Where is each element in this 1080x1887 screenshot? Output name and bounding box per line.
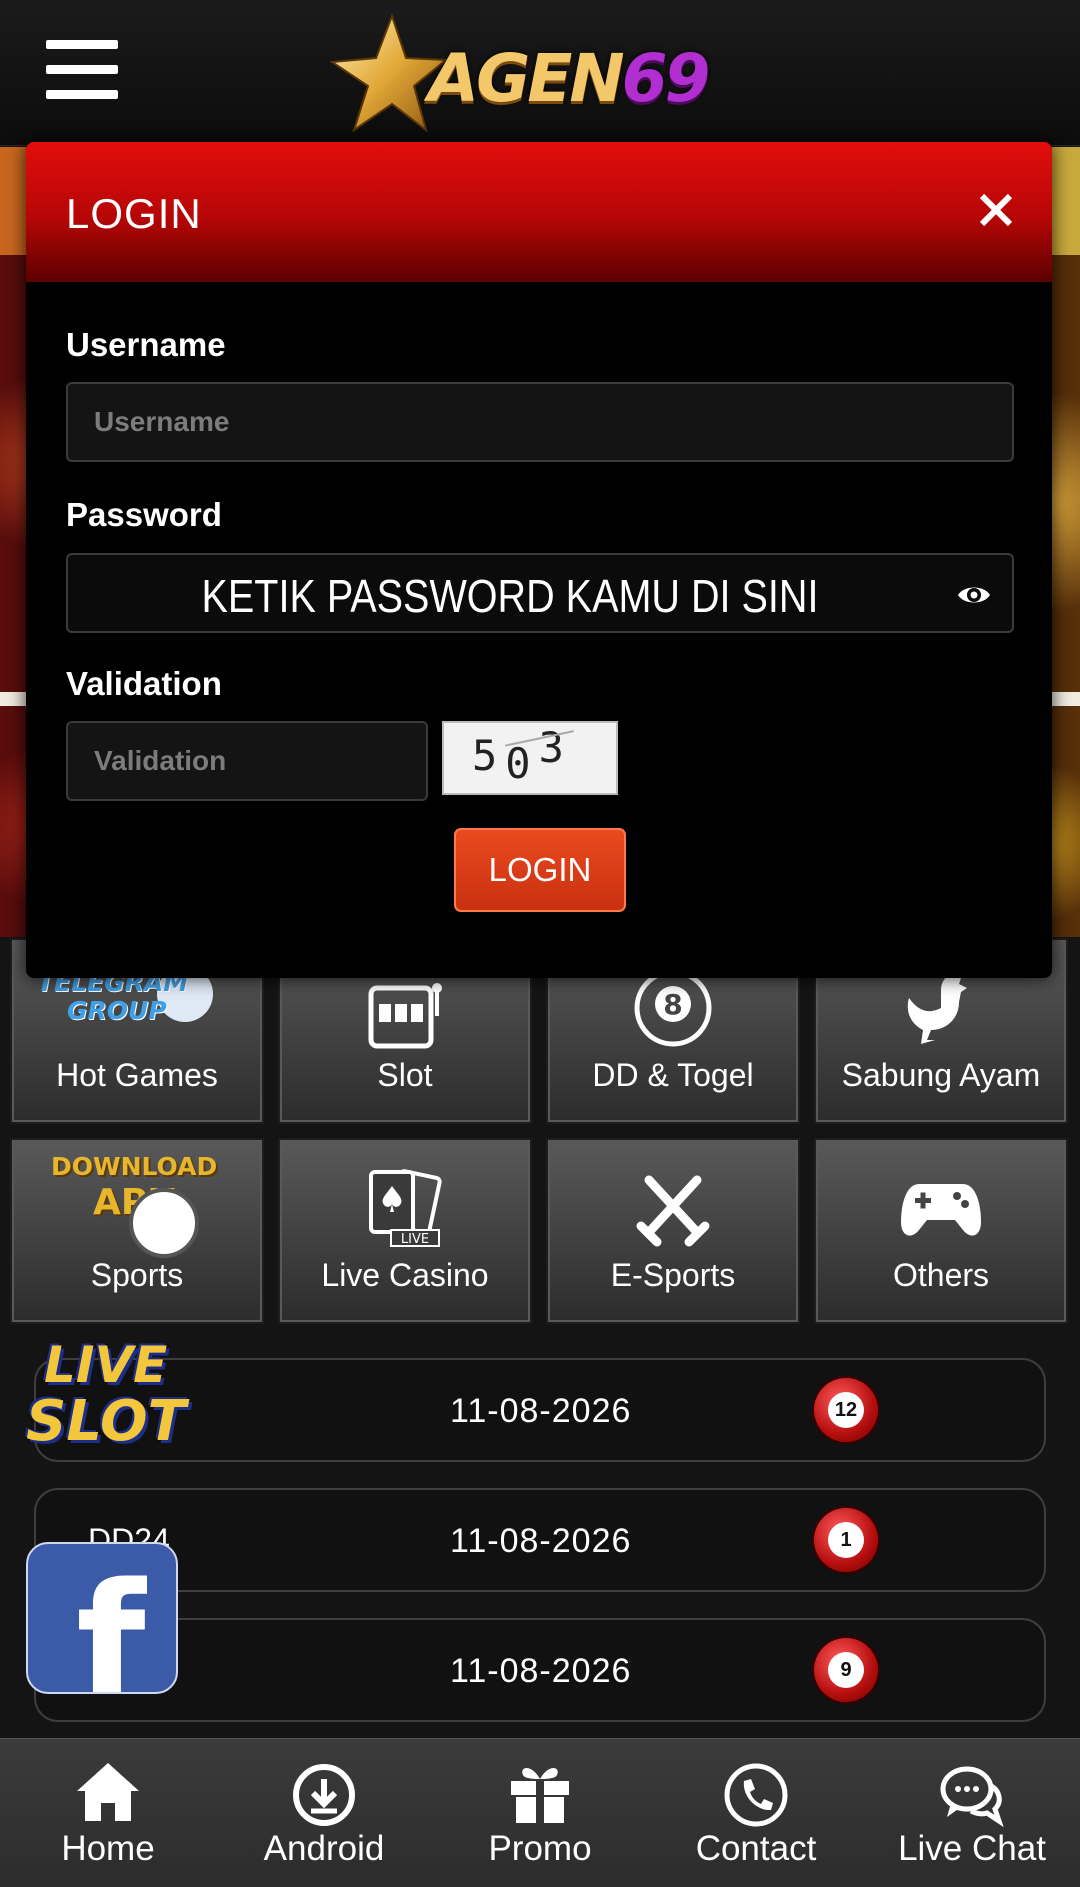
game-tile-label: E-Sports <box>610 1257 736 1293</box>
svg-text:8: 8 <box>663 988 682 1021</box>
username-label: Username <box>66 326 226 363</box>
game-tile-label: Others <box>892 1257 990 1293</box>
password-hint: KETIK PASSWORD KAMU DI SINI <box>201 570 819 622</box>
game-tile-sports[interactable]: DOWNLOAD APK Sports <box>10 1138 264 1324</box>
top-header: AGEN69 <box>0 0 1080 146</box>
download-apk-icon: DOWNLOAD APK <box>37 1148 237 1258</box>
logo-text: AGEN69 <box>428 40 710 117</box>
game-tile-label: Live Casino <box>321 1257 489 1293</box>
rooster-icon <box>907 974 967 1044</box>
close-icon[interactable] <box>972 186 1020 234</box>
game-tile-others[interactable]: Others <box>814 1138 1068 1324</box>
game-tile-e-sports[interactable]: E-Sports <box>546 1138 800 1324</box>
game-tile-label: Slot <box>377 1057 433 1093</box>
game-tile-label: DD & Togel <box>592 1057 754 1093</box>
game-tile-label: Hot Games <box>56 1057 218 1093</box>
result-date: 11-08-2026 <box>450 1652 632 1690</box>
game-tile-label: Sports <box>90 1257 184 1293</box>
modal-title: LOGIN <box>66 190 202 237</box>
site-logo[interactable]: AGEN69 <box>328 12 768 136</box>
chat-icon <box>940 1766 1004 1827</box>
bottom-navigation: Home Android Promo Contact Live Chat <box>0 1738 1080 1887</box>
nav-live-chat[interactable]: Live Chat <box>864 1739 1080 1887</box>
password-label: Password <box>66 496 222 533</box>
validation-label: Validation <box>66 665 222 702</box>
eye-icon[interactable] <box>956 577 992 613</box>
facebook-badge[interactable]: f <box>26 1542 178 1694</box>
gift-icon <box>511 1768 569 1823</box>
game-tile-live-casino[interactable]: LIVE Live Casino <box>278 1138 532 1324</box>
game-tile-label: Sabung Ayam <box>841 1057 1041 1093</box>
phone-icon <box>724 1763 788 1827</box>
playing-cards-icon: LIVE <box>369 1169 442 1247</box>
gamepad-icon <box>901 1184 981 1236</box>
result-date: 11-08-2026 <box>450 1522 632 1560</box>
username-input[interactable] <box>66 382 1014 462</box>
modal-header: LOGIN <box>26 142 1052 282</box>
eight-ball-icon: 8 <box>634 969 712 1047</box>
login-modal: LOGIN Username Password KETIK PASSWORD K… <box>26 142 1052 978</box>
result-number-ball: 9 <box>814 1638 878 1702</box>
crossed-swords-icon <box>636 1175 710 1247</box>
nav-android[interactable]: Android <box>216 1739 432 1887</box>
hamburger-menu-icon[interactable] <box>46 40 118 100</box>
nav-contact[interactable]: Contact <box>648 1739 864 1887</box>
result-row[interactable]: 11-08-2026 9 <box>34 1618 1046 1722</box>
download-icon <box>293 1764 355 1826</box>
result-date: 11-08-2026 <box>450 1392 632 1430</box>
slot-machine-icon <box>368 983 442 1049</box>
result-number-ball: 1 <box>814 1508 878 1572</box>
nav-promo[interactable]: Promo <box>432 1739 648 1887</box>
validation-input[interactable] <box>66 721 428 801</box>
login-button[interactable]: LOGIN <box>454 828 626 912</box>
svg-text:LIVE: LIVE <box>401 1232 429 1247</box>
live-slot-badge[interactable]: LIVE SLOT <box>22 1330 190 1464</box>
result-row[interactable]: DD24 11-08-2026 1 <box>34 1488 1046 1592</box>
captcha-image: 503 <box>442 721 618 795</box>
result-number-ball: 12 <box>814 1378 878 1442</box>
nav-home[interactable]: Home <box>0 1739 216 1887</box>
facebook-icon: f <box>76 1548 146 1694</box>
password-input[interactable]: KETIK PASSWORD KAMU DI SINI <box>66 553 1014 633</box>
home-icon <box>77 1763 139 1821</box>
